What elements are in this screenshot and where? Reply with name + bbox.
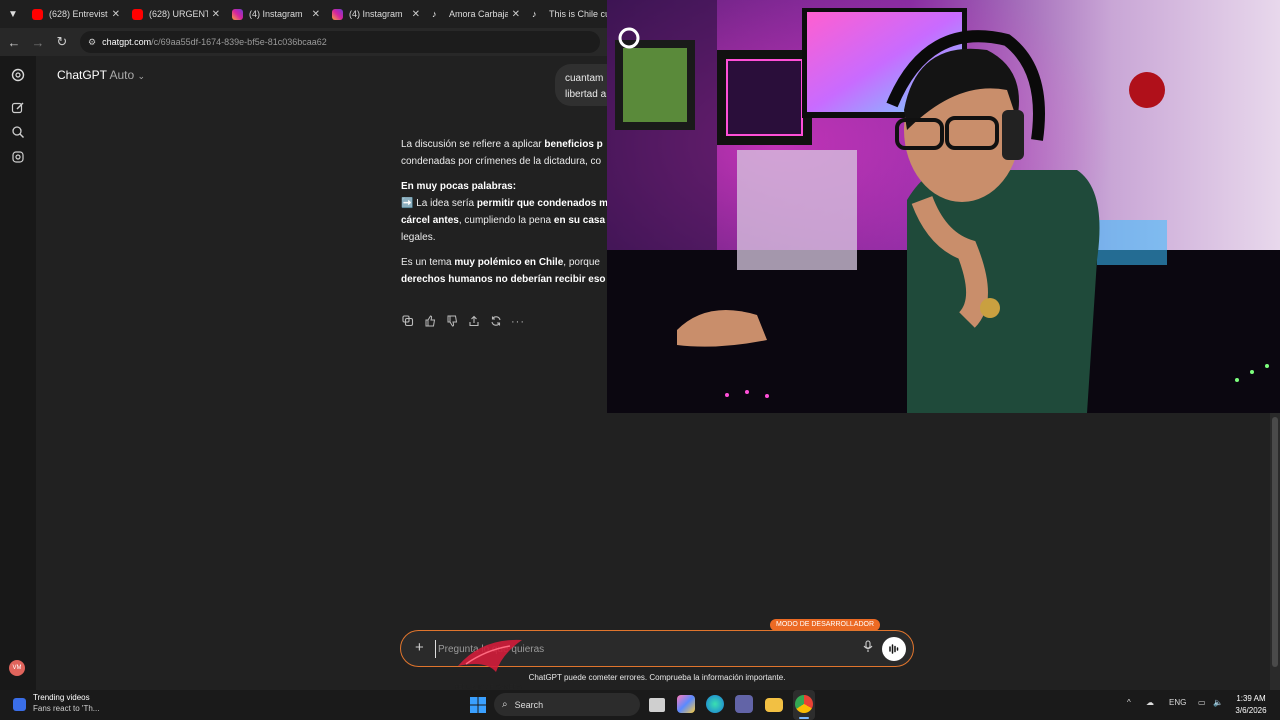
instagram-icon	[332, 8, 343, 20]
answer-paragraph: La discusión se refiere a aplicar benefi…	[401, 136, 607, 170]
clock-date: 3/6/2026	[1235, 706, 1267, 715]
edge-icon[interactable]	[706, 695, 724, 713]
news-widget-icon[interactable]	[13, 698, 26, 711]
trending-subtitle[interactable]: Fans react to 'Th...	[33, 704, 99, 713]
answer-bold-text: muy polémico en Chile	[454, 257, 564, 268]
answer-paragraph: En muy pocas palabras: ➡️ La idea sería …	[401, 178, 607, 246]
add-attachment-icon[interactable]: +	[415, 639, 424, 656]
answer-bold-text: derechos humanos no deberían recibir eso	[401, 274, 606, 285]
answer-bold-text: permitir que condenados m	[476, 198, 607, 209]
answer-text: La discusión se refiere a aplicar	[401, 139, 545, 150]
model-selector[interactable]: ChatGPT Auto ⌄	[57, 68, 145, 82]
new-chat-icon[interactable]	[10, 101, 26, 117]
reload-icon[interactable]: ↻	[50, 34, 74, 50]
answer-text: condenadas por crímenes de la dictadura,…	[401, 156, 602, 167]
back-arrow-icon[interactable]: ←	[2, 35, 26, 50]
file-explorer-icon[interactable]	[765, 698, 783, 712]
tab-title: Amora Carbajal	[449, 9, 508, 19]
model-variant: Auto	[109, 68, 135, 82]
browser-tab[interactable]: (4) Instagram ✕	[226, 0, 326, 28]
forward-arrow-icon[interactable]: →	[26, 35, 50, 50]
answer-text: La idea sería	[413, 198, 477, 209]
active-indicator	[799, 717, 809, 719]
url-path: /c/69aa55df-1674-839e-bf5e-81c036bcaa62	[151, 37, 327, 47]
sidebar-rail: VM	[0, 56, 36, 690]
teams-icon[interactable]	[735, 695, 753, 713]
tab-search-chevron-icon[interactable]: ▼	[0, 9, 26, 20]
thumbs-up-icon[interactable]	[423, 315, 436, 329]
voice-mode-button[interactable]	[882, 637, 906, 661]
close-icon[interactable]: ✕	[312, 9, 320, 20]
webcam-overlay	[607, 0, 1280, 413]
search-label: Search	[514, 699, 544, 710]
webcam-video-frame	[607, 0, 1280, 413]
browser-tab[interactable]: (628) URGENTE ✕	[126, 0, 226, 28]
openai-logo-icon[interactable]	[10, 67, 26, 83]
tab-title: (628) URGENTE	[149, 9, 208, 19]
copy-icon[interactable]	[401, 315, 414, 329]
chevron-down-icon: ⌄	[137, 71, 146, 81]
tiktok-icon: ♪	[532, 8, 537, 19]
site-info-icon[interactable]: ⚙	[88, 37, 96, 48]
url-field[interactable]: ⚙ chatgpt.com/c/69aa55df-1674-839e-bf5e-…	[80, 31, 600, 53]
answer-text: legales.	[401, 232, 436, 243]
tab-title: (4) Instagram	[249, 9, 303, 19]
model-name: ChatGPT	[57, 68, 107, 82]
network-icon[interactable]: ▭	[1198, 698, 1206, 707]
copilot-icon[interactable]	[677, 695, 695, 713]
instagram-icon	[232, 8, 243, 20]
close-icon[interactable]: ✕	[412, 9, 420, 20]
right-arrow-emoji-icon: ➡️	[401, 198, 414, 209]
more-options-icon[interactable]: ···	[511, 315, 524, 329]
task-view-icon[interactable]	[649, 698, 665, 712]
search-icon: ⌕	[502, 699, 508, 710]
message-actions: ···	[401, 315, 524, 329]
waveform-icon	[889, 644, 899, 654]
scrollbar-thumb[interactable]	[1272, 417, 1278, 667]
user-message-bubble: cuantam libertad a	[555, 64, 615, 106]
microphone-icon[interactable]	[861, 640, 875, 658]
close-icon[interactable]: ✕	[212, 9, 220, 20]
assistant-message: La discusión se refiere a aplicar benefi…	[401, 136, 607, 296]
weather-icon[interactable]: ☁	[1146, 698, 1154, 707]
rog-watermark-logo: REPUBLIC OF GAMERS	[452, 632, 524, 694]
browser-tab[interactable]: (4) Instagram ✕	[326, 0, 426, 28]
disclaimer-text: ChatGPT puede cometer errores. Comprueba…	[528, 673, 786, 682]
chrome-icon[interactable]	[795, 695, 813, 713]
language-indicator[interactable]: ENG	[1169, 698, 1186, 707]
regenerate-icon[interactable]	[489, 315, 502, 329]
url-host: chatgpt.com	[102, 37, 152, 47]
answer-bold-text: en su casa	[553, 215, 606, 226]
browser-tab[interactable]: ♪ Amora Carbajal ✕	[426, 0, 526, 28]
chevron-up-icon[interactable]: ^	[1127, 698, 1131, 707]
thumbs-down-icon[interactable]	[445, 315, 458, 329]
taskbar: Trending videos Fans react to 'Th... ⌕ S…	[0, 690, 1280, 720]
answer-text: , cumpliendo la pena	[458, 215, 554, 226]
answer-bold-text: beneficios p	[544, 139, 603, 150]
answer-heading: En muy pocas palabras:	[401, 181, 517, 192]
library-icon[interactable]	[10, 150, 26, 166]
close-icon[interactable]: ✕	[512, 9, 520, 20]
answer-text: Es un tema	[401, 257, 455, 268]
taskbar-search[interactable]: ⌕ Search	[494, 693, 640, 716]
search-icon[interactable]	[10, 125, 26, 141]
youtube-icon	[32, 8, 43, 20]
close-icon[interactable]: ✕	[112, 9, 120, 20]
youtube-icon	[132, 8, 143, 20]
tab-title: (4) Instagram	[349, 9, 403, 19]
volume-icon[interactable]: 🔈	[1213, 698, 1223, 707]
scrollbar[interactable]	[1270, 413, 1280, 690]
share-icon[interactable]	[467, 315, 480, 329]
avatar[interactable]: VM	[9, 660, 25, 676]
answer-text: , porque	[563, 257, 600, 268]
windows-start-icon[interactable]	[469, 696, 487, 714]
tab-title: (628) Entrevist	[49, 9, 108, 19]
answer-paragraph: Es un tema muy polémico en Chile, porque…	[401, 254, 607, 288]
clock-time: 1:39 AM	[1236, 694, 1266, 703]
browser-tab[interactable]: (628) Entrevist ✕	[26, 0, 126, 28]
tiktok-icon: ♪	[432, 8, 437, 19]
answer-bold-text: cárcel antes	[401, 215, 459, 226]
clock[interactable]: 1:39 AM 3/6/2026	[1232, 693, 1270, 717]
trending-title[interactable]: Trending videos	[33, 693, 90, 702]
